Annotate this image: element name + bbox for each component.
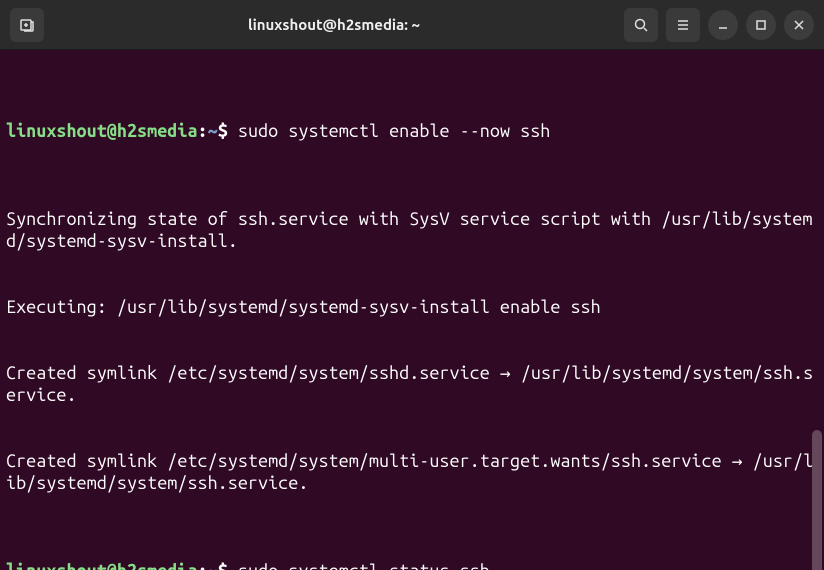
close-button[interactable]: [784, 10, 814, 40]
prompt-line-1: linuxshout@h2smedia:~$ sudo systemctl en…: [6, 120, 818, 142]
window-title: linuxshout@h2smedia: ~: [52, 14, 616, 36]
search-button[interactable]: [624, 8, 658, 42]
maximize-button[interactable]: [746, 10, 776, 40]
window-titlebar: linuxshout@h2smedia: ~: [0, 0, 824, 50]
command-2: sudo systemctl status ssh: [228, 561, 490, 570]
output-symlink-2: Created symlink /etc/systemd/system/mult…: [6, 450, 818, 494]
output-symlink-1: Created symlink /etc/systemd/system/sshd…: [6, 362, 818, 406]
output-sync: Synchronizing state of ssh.service with …: [6, 208, 818, 252]
minimize-button[interactable]: [708, 10, 738, 40]
hamburger-menu-button[interactable]: [666, 8, 700, 42]
output-exec: Executing: /usr/lib/systemd/systemd-sysv…: [6, 296, 818, 318]
prompt-user: linuxshout@h2smedia: [6, 121, 198, 141]
scrollbar-thumb[interactable]: [812, 430, 822, 570]
new-tab-button[interactable]: [10, 8, 44, 42]
terminal-output[interactable]: linuxshout@h2smedia:~$ sudo systemctl en…: [0, 50, 824, 570]
prompt-line-2: linuxshout@h2smedia:~$ sudo systemctl st…: [6, 560, 818, 570]
command-1: sudo systemctl enable --now ssh: [228, 121, 551, 141]
